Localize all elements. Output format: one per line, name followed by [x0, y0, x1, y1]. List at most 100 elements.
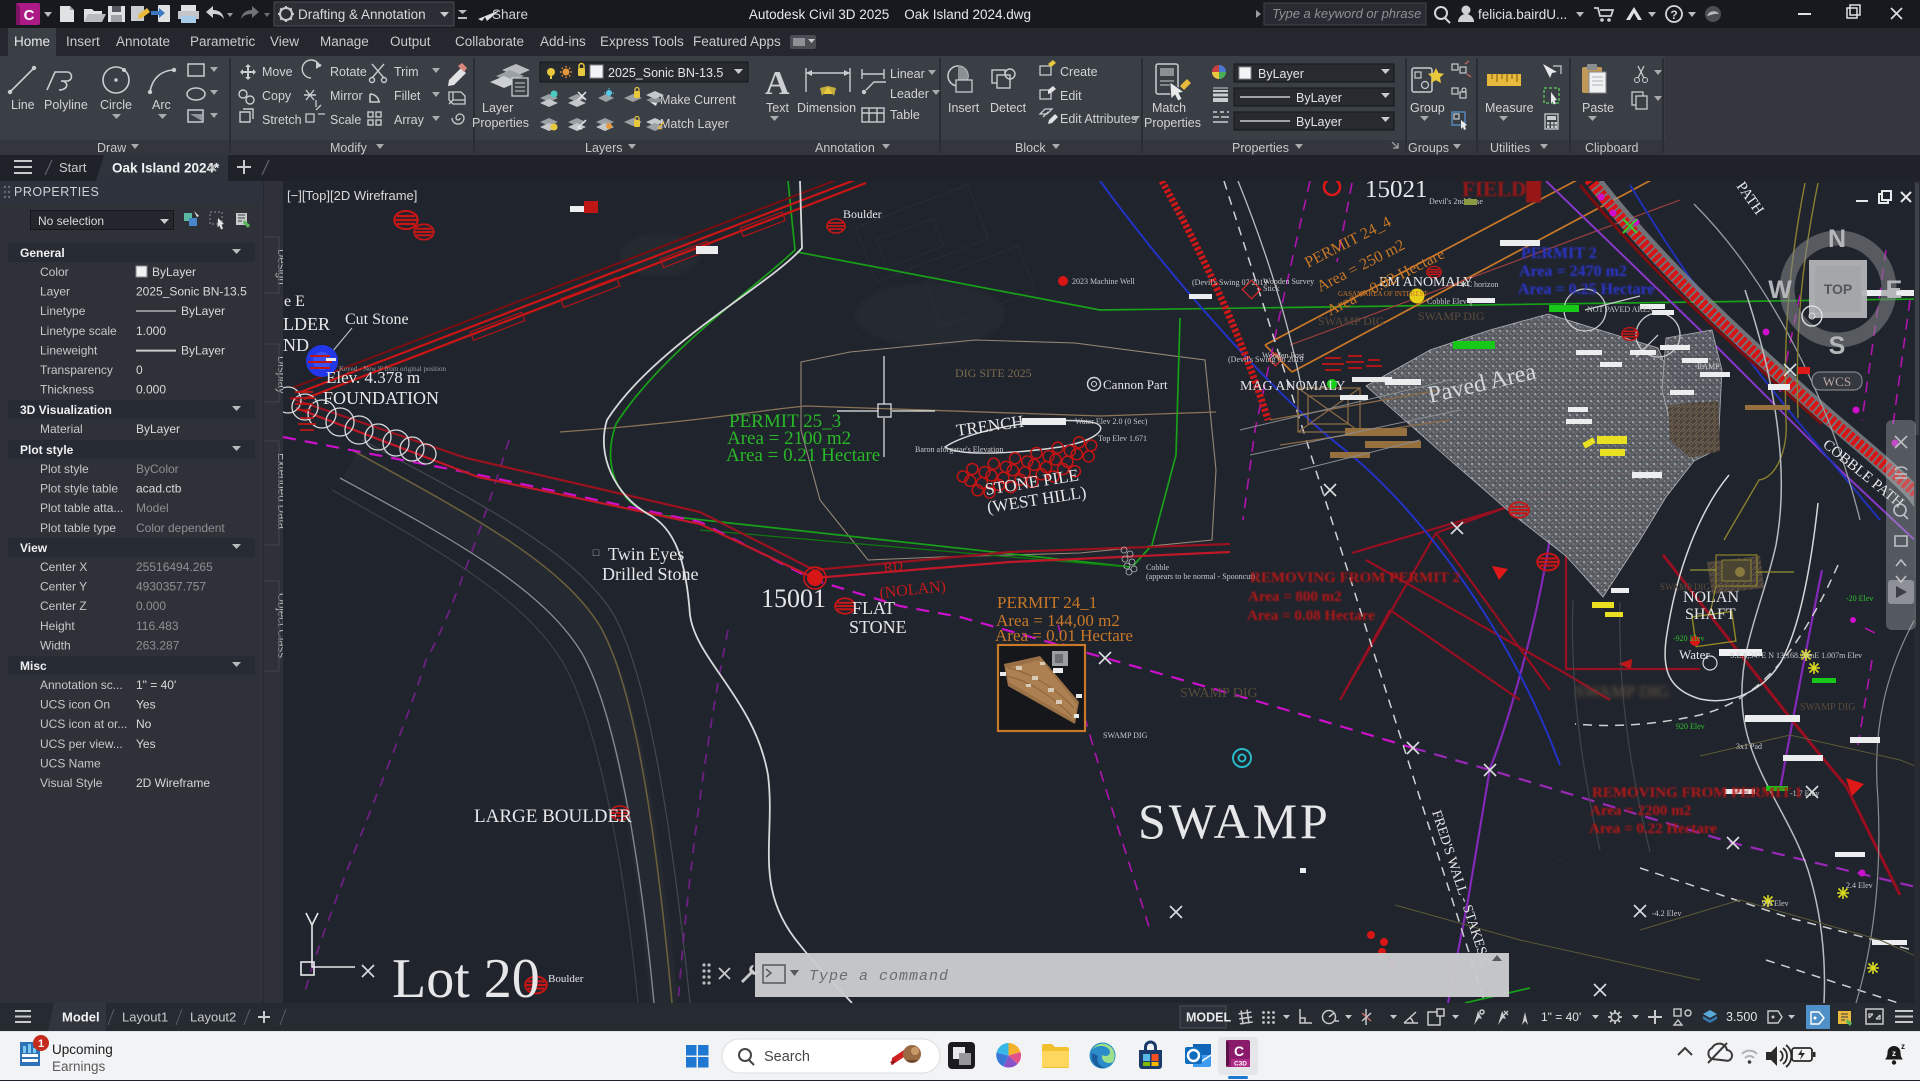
svg-text:Scale: Scale [330, 113, 361, 127]
svg-text:Plot style table: Plot style table [40, 482, 118, 496]
svg-text:General: General [20, 246, 65, 260]
svg-text:Match: Match [1152, 101, 1186, 115]
svg-text:Boulder: Boulder [548, 973, 584, 985]
svg-text:View: View [20, 541, 48, 555]
svg-text:Layout1: Layout1 [122, 1010, 168, 1025]
svg-text:Circle: Circle [100, 98, 132, 112]
svg-text:Detect: Detect [990, 101, 1027, 115]
svg-text:ByColor: ByColor [136, 462, 179, 476]
svg-text:acad.ctb: acad.ctb [136, 482, 182, 496]
svg-text:Water: Water [1679, 647, 1710, 662]
svg-text:Cobble Elevʼş: Cobble Elevʼş [1427, 297, 1473, 306]
svg-text:Stick: Stick [1263, 284, 1279, 293]
svg-text:Autodesk Civil 3D 2025 Oak: Autodesk Civil 3D 2025 Oak Island 2024.d… [749, 7, 1031, 22]
svg-text:E: E [1886, 276, 1903, 304]
svg-text:?: ? [1670, 8, 1677, 22]
svg-text:Area = 800 m2: Area = 800 m2 [1248, 589, 1342, 605]
svg-text:Keyed - New 9' from original p: Keyed - New 9' from original position [339, 365, 447, 373]
svg-text:Copy: Copy [262, 89, 292, 103]
svg-text:Model: Model [62, 1010, 100, 1025]
svg-text:Water Elev 2.0 (0 Sec): Water Elev 2.0 (0 Sec) [1075, 417, 1148, 426]
svg-text:Area = 2470 m2: Area = 2470 m2 [1519, 263, 1627, 280]
svg-text:e E: e E [284, 293, 305, 310]
svg-text:Utilities: Utilities [1490, 141, 1530, 155]
svg-text:Oak Island 2024*: Oak Island 2024* [112, 161, 220, 176]
svg-text:-20 Elev: -20 Elev [1846, 594, 1873, 603]
svg-text:1" = 40': 1" = 40' [136, 678, 176, 692]
svg-text:Plot style: Plot style [40, 462, 89, 476]
svg-text:ByLayer: ByLayer [1296, 115, 1342, 129]
svg-text:Linetype: Linetype [40, 304, 86, 318]
svg-text:Fillet: Fillet [394, 89, 421, 103]
svg-text:Boulder: Boulder [843, 207, 882, 221]
svg-text:-920 Elev: -920 Elev [1673, 634, 1704, 643]
svg-text:z: z [1892, 1049, 1896, 1058]
svg-text:SWAMP DIG: SWAMP DIG [1800, 702, 1855, 713]
svg-text:Table: Table [890, 108, 920, 122]
svg-text:No: No [136, 717, 152, 731]
svg-text:Cut Stone: Cut Stone [345, 311, 409, 328]
svg-text:Cobble: Cobble [1146, 563, 1170, 572]
svg-text:PERMIT 2: PERMIT 2 [1521, 245, 1597, 262]
svg-text:(appears to be normal - Spoonc: (appears to be normal - Spooncut) [1146, 572, 1255, 581]
svg-text:116.483: 116.483 [136, 619, 179, 633]
svg-text:RAMP: RAMP [1697, 362, 1720, 371]
svg-text:3.500: 3.500 [1726, 1010, 1757, 1024]
svg-text:PERMIT 24_1: PERMIT 24_1 [997, 593, 1097, 612]
svg-text:Text: Text [766, 101, 789, 115]
svg-text:0.000: 0.000 [136, 599, 166, 613]
svg-text:MODEL: MODEL [1186, 1011, 1232, 1025]
svg-text:Layer: Layer [482, 101, 513, 115]
svg-text:RD: RD [883, 559, 904, 576]
svg-text:ND: ND [283, 335, 309, 355]
svg-text:S.E.6,347E N 13,168.28mE 1.007: S.E.6,347E N 13,168.28mE 1.007m Elev [1730, 651, 1862, 660]
svg-text:✱C horizon: ✱C horizon [1460, 280, 1498, 289]
svg-text:Paste: Paste [1582, 101, 1614, 115]
svg-text:2025_Sonic BN-13.5: 2025_Sonic BN-13.5 [608, 66, 723, 80]
svg-text:SWAMP: SWAMP [1138, 793, 1331, 849]
svg-text:15021: 15021 [1365, 181, 1428, 203]
svg-text:0.000: 0.000 [136, 383, 166, 397]
svg-text:Upcoming: Upcoming [52, 1042, 113, 1057]
svg-text:UCS Name: UCS Name [40, 756, 101, 770]
svg-text:Area = 0.21 Hectare: Area = 0.21 Hectare [726, 445, 880, 466]
svg-text:25516494.265: 25516494.265 [136, 560, 213, 574]
svg-text:NOT PAVED AREA: NOT PAVED AREA [1587, 305, 1654, 314]
svg-text:ByLayer: ByLayer [136, 422, 180, 436]
svg-text:Center Y: Center Y [40, 580, 87, 594]
svg-text:Measure: Measure [1485, 101, 1534, 115]
svg-text:Array: Array [394, 113, 425, 127]
svg-text:Groups: Groups [1408, 141, 1449, 155]
svg-text:Area = 0.08 Hectare: Area = 0.08 Hectare [1247, 608, 1375, 624]
svg-text:Create: Create [1060, 65, 1098, 79]
svg-text:4930357.757: 4930357.757 [136, 580, 206, 594]
svg-text:UCS per view...: UCS per view... [40, 737, 123, 751]
svg-text:REMOVING FROM PERMIT 1: REMOVING FROM PERMIT 1 [1592, 785, 1802, 801]
svg-text:Type a keyword or phrase: Type a keyword or phrase [1272, 6, 1421, 21]
svg-text:Visual Style: Visual Style [40, 776, 103, 790]
svg-text:15001: 15001 [761, 584, 826, 613]
svg-text:SWAMP DIG: SWAMP DIG [1318, 314, 1385, 328]
svg-text:Group: Group [1410, 101, 1445, 115]
svg-text:Width: Width [40, 638, 71, 652]
svg-text:Stretch: Stretch [262, 113, 302, 127]
svg-text:A: A [765, 65, 790, 102]
svg-text:Modify: Modify [330, 141, 368, 155]
svg-text:ByLayer: ByLayer [181, 304, 225, 318]
svg-text:W: W [1768, 276, 1792, 304]
svg-text:Height: Height [40, 619, 75, 633]
svg-text:3D Visualization: 3D Visualization [20, 403, 112, 417]
svg-text:Baron aforgatae's Elevation: Baron aforgatae's Elevation [915, 445, 1003, 454]
svg-text:Area = 0.22 Hectare: Area = 0.22 Hectare [1589, 821, 1717, 837]
svg-text:SWAMP DIG: SWAMP DIG [1418, 309, 1485, 323]
svg-text:Color dependent: Color dependent [136, 521, 225, 535]
svg-text:Clipboard: Clipboard [1585, 141, 1639, 155]
svg-text:Edit: Edit [1060, 89, 1082, 103]
svg-text:TOP: TOP [1824, 281, 1853, 297]
svg-text:Plot style: Plot style [20, 443, 74, 457]
svg-text:0: 0 [136, 363, 143, 377]
svg-text:Twin Eyes: Twin Eyes [608, 544, 684, 564]
svg-text:ByLayer: ByLayer [1296, 91, 1342, 105]
svg-text:UCS icon at or...: UCS icon at or... [40, 717, 127, 731]
svg-text:Center X: Center X [40, 560, 87, 574]
